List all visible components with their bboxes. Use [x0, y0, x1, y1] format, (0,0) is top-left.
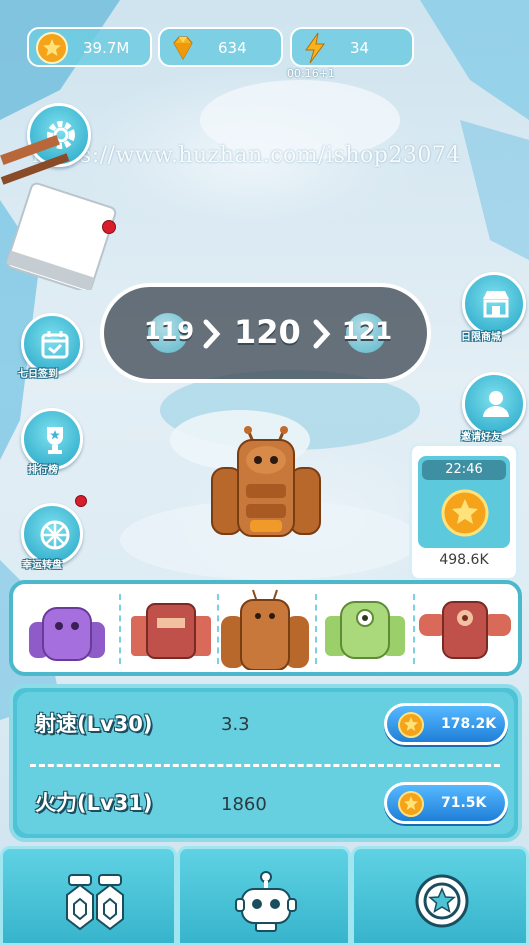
coin-icon — [398, 791, 424, 817]
robot-slot-red-tank[interactable] — [417, 588, 513, 670]
fire-rate-label: 射速(Lv30) — [35, 712, 153, 736]
wheel-icon — [40, 520, 70, 550]
seven-day-checkin-label: 七日签到 — [18, 369, 58, 380]
chevron-right-icon — [203, 319, 221, 349]
fire-rate-value: 3.3 — [221, 714, 250, 735]
green-robot-icon — [325, 601, 405, 659]
robot-slot-orange[interactable] — [217, 588, 313, 671]
slot-divider — [119, 594, 121, 664]
level-progress: 119 120 121 — [100, 283, 431, 383]
calendar-icon — [41, 331, 69, 359]
invite-friends-button[interactable] — [462, 372, 526, 436]
red-tank-robot-icon — [419, 601, 511, 659]
firepower-value: 1860 — [221, 794, 267, 815]
reward-value: 498.6K — [439, 552, 489, 568]
fire-rate-price: 178.2K — [441, 716, 497, 732]
user-icon — [483, 391, 509, 417]
coin-icon — [398, 712, 424, 738]
slot-divider — [413, 594, 415, 664]
energy-value: 34 — [350, 39, 370, 57]
level-next: 121 — [342, 317, 393, 345]
level-current: 120 — [234, 313, 301, 351]
coin-icon — [441, 489, 489, 537]
energy-counter: 34 — [290, 27, 414, 67]
upgrade-divider — [30, 764, 500, 767]
nav-tab-achievements[interactable] — [351, 846, 529, 946]
leaderboard-label: 排行榜 — [28, 465, 58, 476]
gem-icon — [173, 36, 193, 61]
level-prev: 119 — [144, 317, 195, 345]
upgrade-firepower-button[interactable]: 71.5K — [384, 782, 508, 824]
lucky-wheel-label: 幸运转盘 — [22, 560, 62, 571]
gem-value: 634 — [218, 39, 247, 57]
red-robot-icon — [131, 603, 211, 659]
shop-icon — [483, 291, 509, 318]
robot-slot-purple[interactable] — [19, 588, 115, 670]
gem-counter: 634 — [158, 27, 283, 67]
robot-selector — [9, 580, 522, 676]
firepower-label: 火力(Lv31) — [35, 791, 153, 815]
nav-tab-robots[interactable] — [177, 846, 351, 946]
coin-value: 39.7M — [83, 39, 130, 57]
nav-tab-equipment[interactable] — [0, 846, 177, 946]
invite-friends-label: 邀请好友 — [461, 432, 501, 443]
robot-slot-green[interactable] — [317, 588, 413, 670]
coin-icon — [36, 32, 68, 64]
limited-shop-label: 日限商城 — [461, 332, 501, 343]
upgrade-fire-rate-button[interactable]: 178.2K — [384, 703, 508, 745]
energy-timer: 00:16+1 — [287, 67, 335, 80]
reward-timer: 22:46 — [422, 460, 506, 480]
robot-icon — [235, 871, 297, 932]
main-robot-character — [211, 426, 321, 537]
lightning-icon — [305, 32, 325, 64]
chevron-right-icon — [313, 319, 331, 349]
orange-robot-icon — [221, 589, 309, 671]
sled-card-decoration — [0, 135, 117, 290]
star-medal-icon — [415, 874, 469, 928]
limited-shop-button[interactable] — [462, 272, 526, 336]
trophy-icon — [47, 427, 63, 454]
robot-slot-red[interactable] — [123, 588, 219, 670]
equipment-icon — [66, 874, 124, 931]
purple-robot-icon — [29, 607, 105, 661]
coin-counter: 39.7M — [27, 27, 152, 67]
notification-dot — [102, 220, 116, 234]
offline-reward-box[interactable]: 22:46 498.6K — [409, 443, 519, 581]
firepower-price: 71.5K — [441, 795, 487, 811]
notification-dot — [75, 495, 87, 507]
